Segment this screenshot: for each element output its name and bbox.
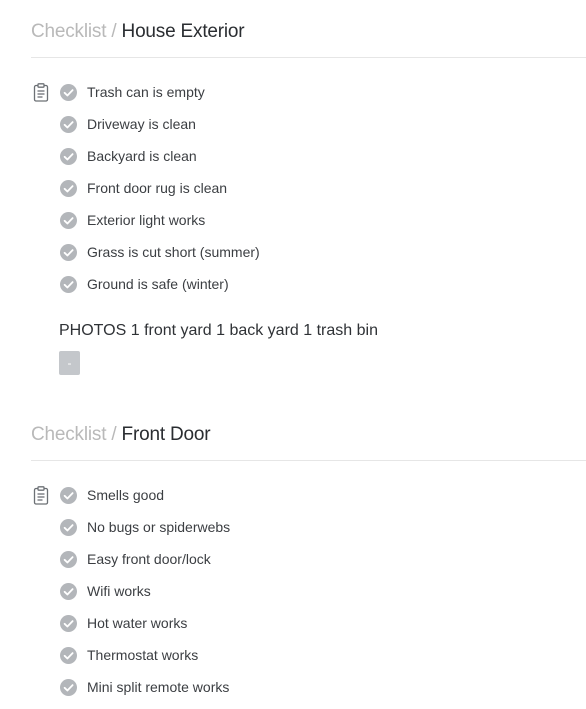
check-circle-icon[interactable]: [60, 647, 77, 664]
checklist-item[interactable]: Mini split remote works: [0, 674, 586, 706]
check-circle-icon[interactable]: [60, 244, 77, 261]
checklist-item[interactable]: Grass is cut short (summer): [0, 239, 586, 271]
check-circle-icon[interactable]: [60, 583, 77, 600]
breadcrumb-checklist-link[interactable]: Checklist: [31, 21, 106, 42]
checklist-item-label: Exterior light works: [87, 212, 206, 228]
section-title: House Exterior: [121, 21, 245, 42]
checklist-item[interactable]: Exterior light works: [0, 207, 586, 239]
checklist-item-label: Trash can is empty: [87, 84, 205, 100]
section-divider: [31, 57, 586, 58]
section-heading: Checklist / Front Door: [31, 423, 211, 447]
checklist-item-label: Hot water works: [87, 615, 188, 631]
section-heading: Checklist / House Exterior: [31, 20, 245, 44]
checklist-items: Smells good No bugs or spiderwebs Easy f…: [0, 482, 586, 706]
check-circle-icon[interactable]: [60, 487, 77, 504]
check-circle-icon[interactable]: [60, 84, 77, 101]
checklist-item[interactable]: Hot water works: [0, 610, 586, 642]
check-circle-icon[interactable]: [60, 519, 77, 536]
checklist-item[interactable]: Thermostat works: [0, 642, 586, 674]
checklist-item[interactable]: Easy front door/lock: [0, 546, 586, 578]
check-circle-icon[interactable]: [60, 551, 77, 568]
check-circle-icon[interactable]: [60, 212, 77, 229]
breadcrumb-separator: /: [111, 424, 122, 445]
checklist-item-label: Front door rug is clean: [87, 180, 228, 196]
breadcrumb-separator: /: [111, 21, 122, 42]
checklist-item-label: Grass is cut short (summer): [87, 244, 260, 260]
checklist-item[interactable]: Front door rug is clean: [0, 175, 586, 207]
checklist-item[interactable]: Backyard is clean: [0, 143, 586, 175]
checklist-item-label: Smells good: [87, 487, 165, 503]
check-circle-icon[interactable]: [60, 180, 77, 197]
checklist-item[interactable]: Wifi works: [0, 578, 586, 610]
photo-upload-button[interactable]: -: [59, 351, 80, 375]
checklist-items: Trash can is empty Driveway is clean Bac…: [0, 79, 586, 303]
checklist-item-label: Wifi works: [87, 583, 151, 599]
checklist-item-label: Backyard is clean: [87, 148, 197, 164]
photos-requirement-label: PHOTOS 1 front yard 1 back yard 1 trash …: [59, 322, 378, 339]
checklist-item-label: Ground is safe (winter): [87, 276, 229, 292]
checklist-item[interactable]: Ground is safe (winter): [0, 271, 586, 303]
checklist-item-label: Thermostat works: [87, 647, 199, 663]
checklist-item-label: No bugs or spiderwebs: [87, 519, 231, 535]
check-circle-icon[interactable]: [60, 276, 77, 293]
check-circle-icon[interactable]: [60, 615, 77, 632]
clipboard-icon: [33, 83, 49, 102]
checklist-item-label: Mini split remote works: [87, 679, 230, 695]
checklist-item[interactable]: No bugs or spiderwebs: [0, 514, 586, 546]
checklist-item[interactable]: Driveway is clean: [0, 111, 586, 143]
section-title: Front Door: [121, 424, 211, 445]
check-circle-icon[interactable]: [60, 679, 77, 696]
section-divider: [31, 460, 586, 461]
check-circle-icon[interactable]: [60, 148, 77, 165]
checklist-item[interactable]: Smells good: [0, 482, 586, 514]
check-circle-icon[interactable]: [60, 116, 77, 133]
checklist-item-label: Easy front door/lock: [87, 551, 211, 567]
breadcrumb-checklist-link[interactable]: Checklist: [31, 424, 106, 445]
checklist-item[interactable]: Trash can is empty: [0, 79, 586, 111]
clipboard-icon: [33, 486, 49, 505]
checklist-item-label: Driveway is clean: [87, 116, 196, 132]
